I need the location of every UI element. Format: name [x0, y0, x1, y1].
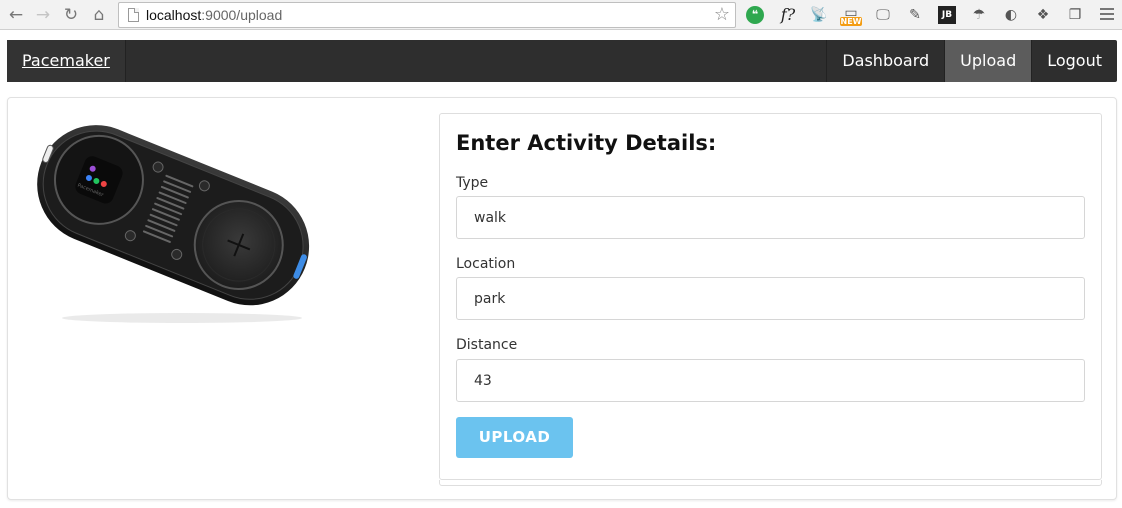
location-input[interactable] — [456, 277, 1085, 320]
back-icon[interactable]: ← — [6, 5, 26, 25]
home-icon[interactable]: ⌂ — [89, 5, 109, 25]
nav-item-dashboard[interactable]: Dashboard — [826, 40, 944, 82]
upload-button[interactable]: UPLOAD — [456, 417, 573, 458]
browser-toolbar: ← → ↻ ⌂ localhost:9000/upload ☆ ❝ f? 📡 ▭… — [0, 0, 1122, 30]
page-icon — [128, 8, 139, 22]
satellite-icon[interactable]: 📡 — [809, 4, 829, 26]
forward-icon[interactable]: → — [33, 5, 53, 25]
form-title: Enter Activity Details: — [456, 131, 717, 155]
pacemaker-device-image: Pacemaker — [37, 125, 310, 323]
nav-item-upload[interactable]: Upload — [944, 40, 1032, 82]
new-badge: NEW — [840, 17, 862, 26]
type-input[interactable] — [456, 196, 1085, 239]
umbrella-icon[interactable]: ☂ — [969, 4, 989, 26]
star-icon[interactable]: ☆ — [714, 4, 730, 26]
location-label: Location — [456, 256, 516, 272]
opera-icon[interactable]: ◐ — [1001, 4, 1021, 26]
distance-label: Distance — [456, 337, 518, 353]
reload-icon[interactable]: ↻ — [61, 5, 81, 25]
main-navbar: Pacemaker Dashboard Upload Logout — [7, 40, 1117, 82]
hangouts-icon[interactable]: ❝ — [746, 6, 764, 24]
distance-input[interactable] — [456, 359, 1085, 402]
brand-link[interactable]: Pacemaker — [7, 40, 126, 82]
url-path: :9000/upload — [201, 7, 283, 23]
dropbox-icon[interactable]: ❖ — [1033, 4, 1053, 26]
type-label: Type — [456, 175, 489, 191]
layers-icon[interactable]: ❐ — [1065, 4, 1085, 26]
jetbrains-icon[interactable]: JB — [938, 6, 956, 24]
address-bar[interactable]: localhost:9000/upload ☆ — [118, 2, 736, 28]
form-card-footer — [439, 480, 1102, 486]
nav-item-logout[interactable]: Logout — [1031, 40, 1117, 82]
f-extension-icon[interactable]: f? — [778, 4, 798, 26]
url-host: localhost — [146, 7, 202, 23]
cast-icon[interactable]: 🖵 — [873, 4, 893, 26]
menu-icon[interactable] — [1100, 8, 1114, 22]
eyedropper-icon[interactable]: ✎ — [905, 4, 925, 26]
url-text[interactable]: localhost:9000/upload — [146, 6, 282, 24]
navbar-menu: Dashboard Upload Logout — [826, 40, 1117, 82]
